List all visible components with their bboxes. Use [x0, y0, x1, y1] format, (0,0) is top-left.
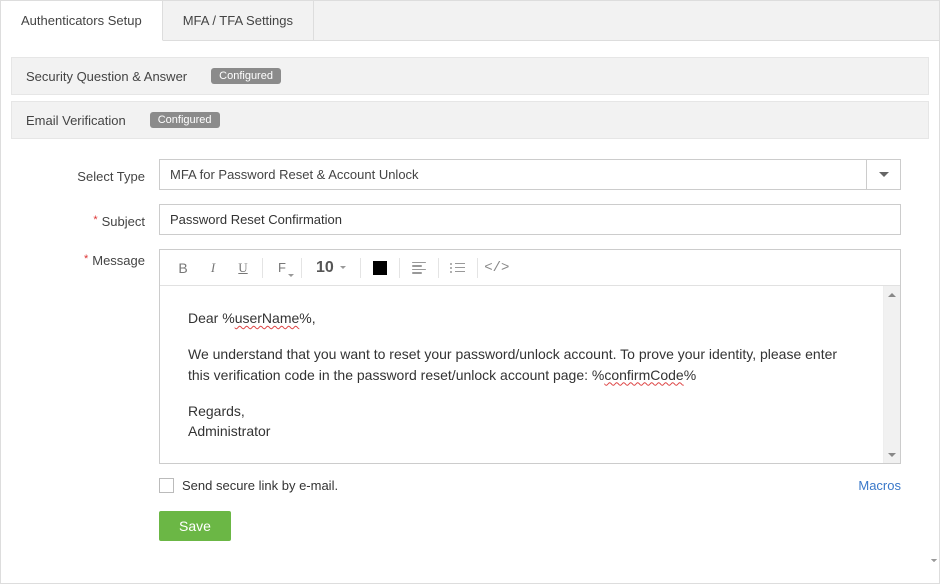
- chevron-down-icon: [879, 172, 889, 177]
- tab-authenticators-setup[interactable]: Authenticators Setup: [1, 1, 163, 41]
- secure-link-checkbox[interactable]: [159, 478, 174, 493]
- section-title: Email Verification: [26, 113, 126, 128]
- italic-button[interactable]: I: [198, 254, 228, 282]
- row-message: Message B I U F 10: [39, 249, 901, 541]
- toolbar-separator: [438, 258, 439, 278]
- label-message: Message: [39, 249, 159, 268]
- status-badge: Configured: [150, 112, 220, 128]
- section-title: Security Question & Answer: [26, 69, 187, 84]
- main-panel: Security Question & Answer Configured Em…: [1, 41, 939, 583]
- toolbar-separator: [360, 258, 361, 278]
- text: We understand that you want to reset you…: [188, 346, 837, 382]
- code-view-button[interactable]: </>: [482, 254, 512, 282]
- font-color-button[interactable]: [365, 254, 395, 282]
- row-select-type: Select Type MFA for Password Reset & Acc…: [39, 159, 901, 190]
- editor-footer: Send secure link by e-mail. Macros: [159, 478, 901, 493]
- select-type-value: MFA for Password Reset & Account Unlock: [159, 159, 867, 190]
- font-family-button[interactable]: F: [267, 254, 297, 282]
- list-button[interactable]: [443, 254, 473, 282]
- editor-body-wrap: Dear %userName%, We understand that you …: [160, 286, 900, 463]
- secure-link-option: Send secure link by e-mail.: [159, 478, 338, 493]
- label-select-type: Select Type: [39, 165, 159, 184]
- color-swatch-icon: [373, 261, 387, 275]
- text: %: [684, 367, 696, 383]
- email-verification-form: Select Type MFA for Password Reset & Acc…: [11, 145, 929, 563]
- list-icon: [450, 263, 465, 273]
- font-size-button[interactable]: 10: [306, 254, 356, 282]
- tab-mfa-tfa-settings[interactable]: MFA / TFA Settings: [163, 1, 314, 40]
- arrow-down-icon: [888, 453, 896, 457]
- text: Regards,: [188, 403, 245, 419]
- editor-toolbar: B I U F 10: [160, 250, 900, 286]
- toolbar-separator: [262, 258, 263, 278]
- save-button[interactable]: Save: [159, 511, 231, 541]
- message-editor: B I U F 10: [159, 249, 901, 464]
- status-badge: Configured: [211, 68, 281, 84]
- arrow-up-icon: [888, 293, 896, 297]
- save-row: Save: [159, 511, 901, 541]
- subject-input[interactable]: [159, 204, 901, 235]
- select-type-toggle[interactable]: [867, 159, 901, 190]
- align-icon: [412, 262, 426, 274]
- toolbar-separator: [301, 258, 302, 278]
- scroll-up-button[interactable]: [884, 286, 901, 303]
- text: %,: [299, 310, 315, 326]
- editor-scrollbar[interactable]: [883, 286, 900, 463]
- bold-button[interactable]: B: [168, 254, 198, 282]
- secure-link-label: Send secure link by e-mail.: [182, 478, 338, 493]
- message-textarea[interactable]: Dear %userName%, We understand that you …: [160, 286, 883, 463]
- section-email-verification[interactable]: Email Verification Configured: [11, 101, 929, 139]
- toolbar-separator: [477, 258, 478, 278]
- align-button[interactable]: [404, 254, 434, 282]
- row-subject: Subject: [39, 204, 901, 235]
- scroll-down-button[interactable]: [884, 446, 901, 463]
- text: Administrator: [188, 423, 270, 439]
- underline-button[interactable]: U: [228, 254, 258, 282]
- text-variable: confirmCode: [604, 367, 683, 383]
- label-subject: Subject: [39, 210, 159, 229]
- select-type-dropdown[interactable]: MFA for Password Reset & Account Unlock: [159, 159, 901, 190]
- macros-link[interactable]: Macros: [858, 478, 901, 493]
- toolbar-separator: [399, 258, 400, 278]
- page-container: Authenticators Setup MFA / TFA Settings …: [0, 0, 940, 584]
- text: Dear %: [188, 310, 235, 326]
- text-variable: userName: [235, 310, 300, 326]
- section-security-question[interactable]: Security Question & Answer Configured: [11, 57, 929, 95]
- tabs-bar: Authenticators Setup MFA / TFA Settings: [1, 1, 939, 41]
